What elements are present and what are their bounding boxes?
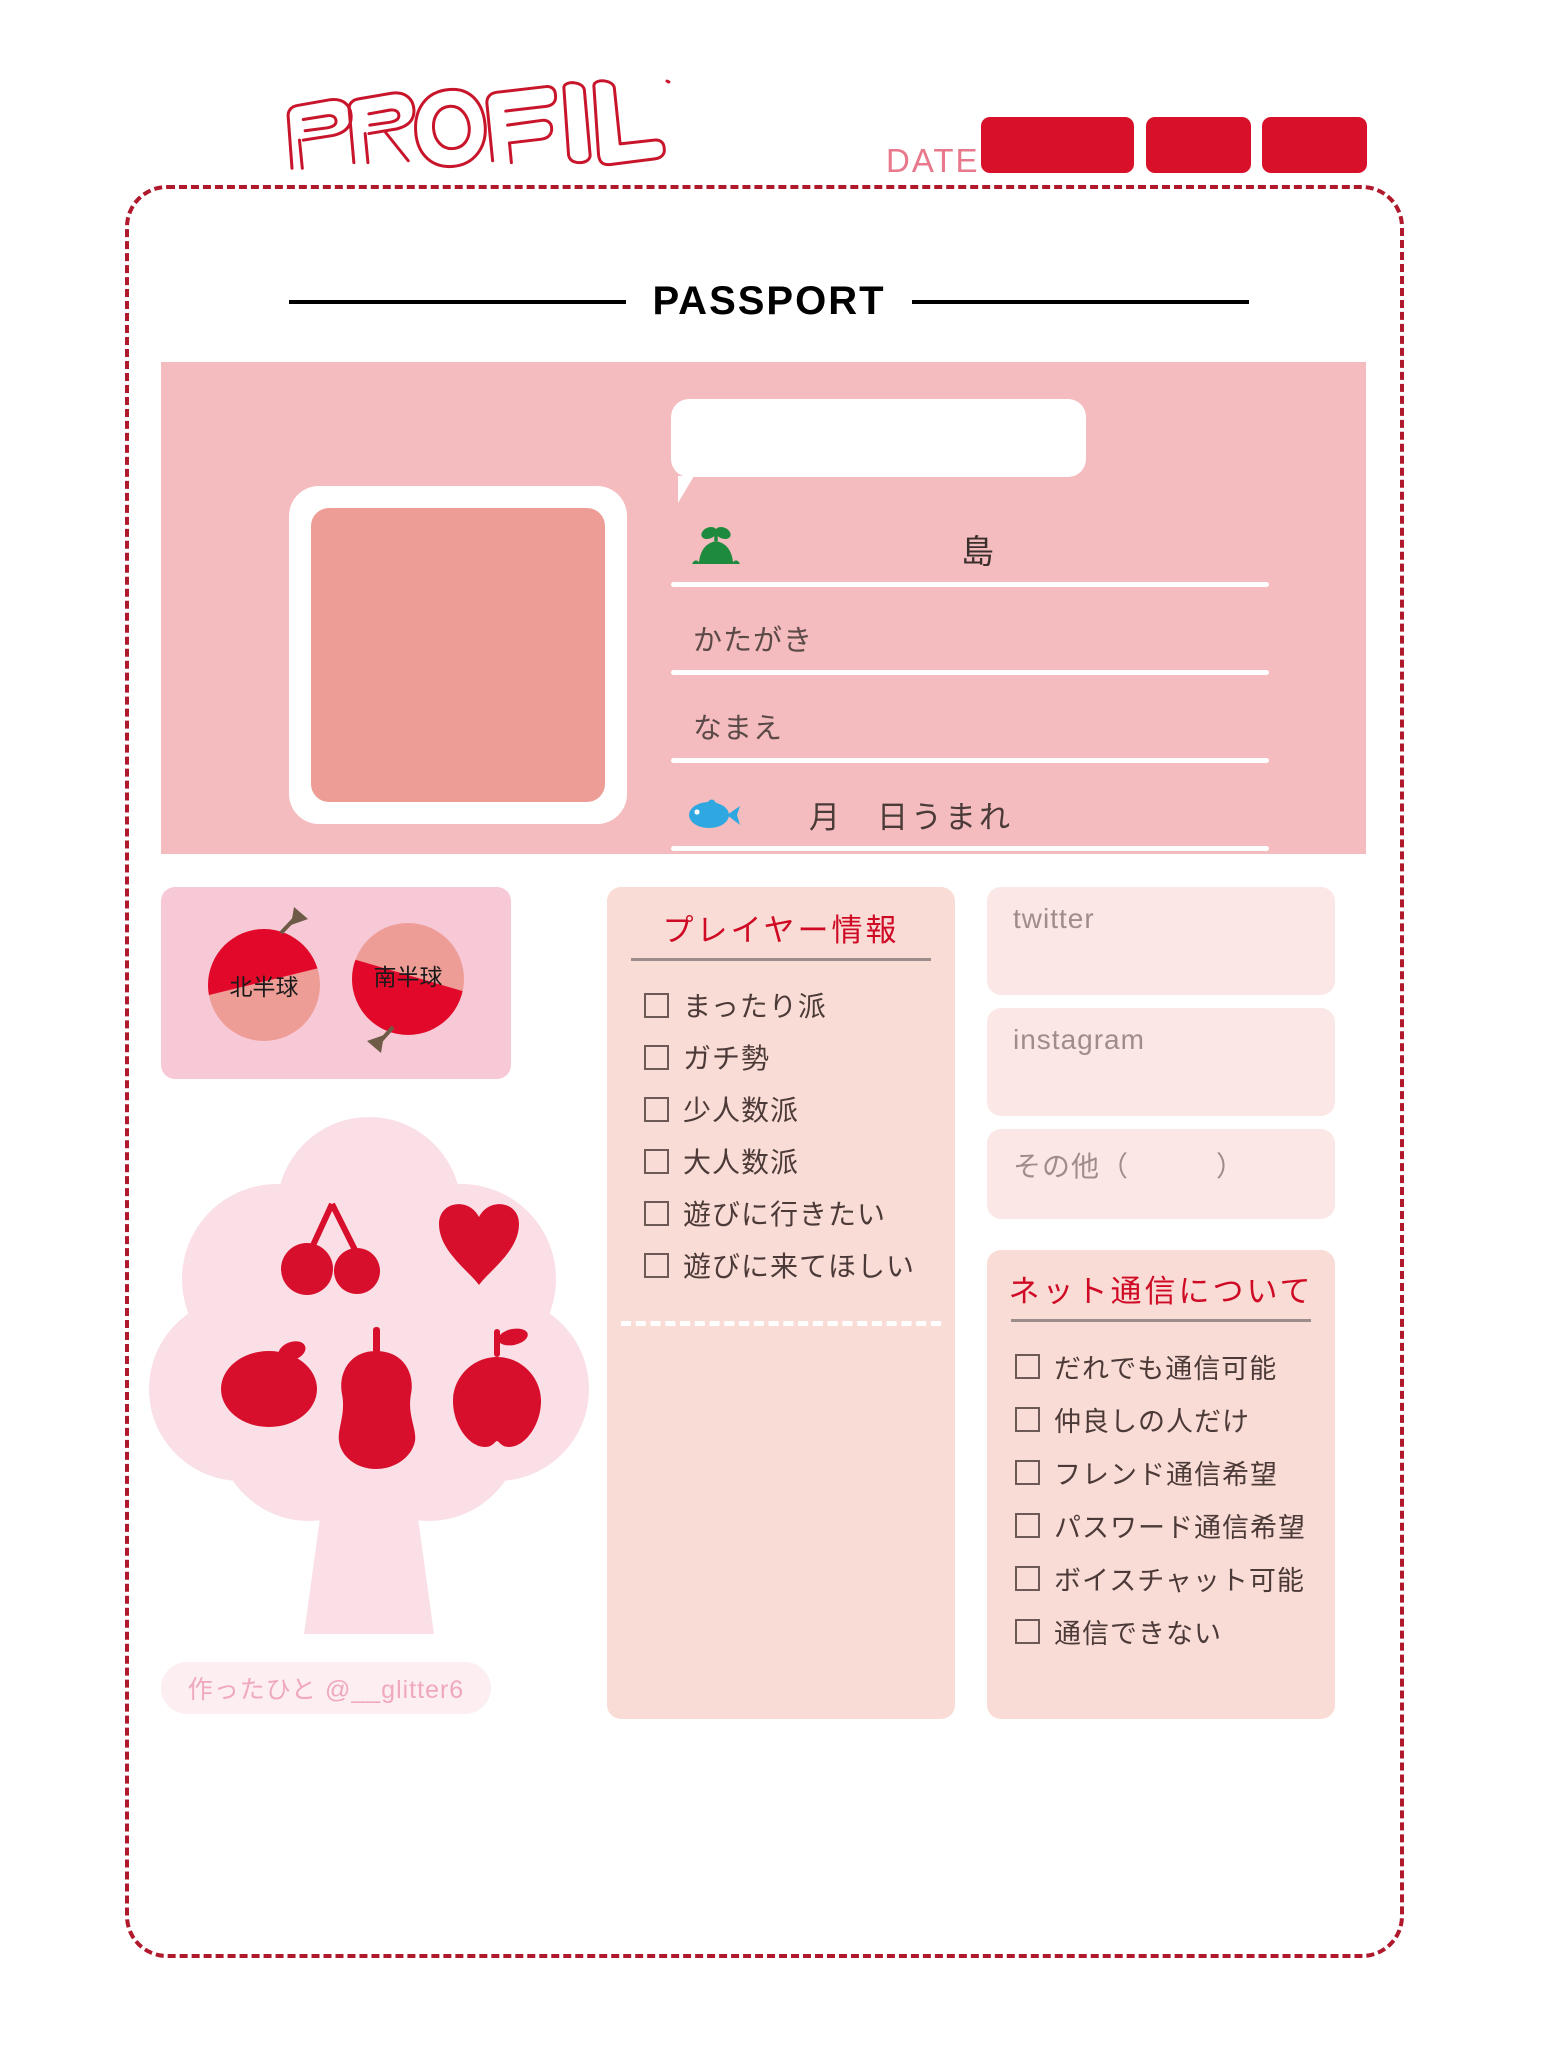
other-sns-field[interactable]: その他（ ） bbox=[987, 1129, 1335, 1219]
island-sprout-glyph bbox=[692, 526, 740, 564]
fruit-tree-illustration bbox=[149, 1089, 589, 1649]
other-sns-placeholder: その他（ ） bbox=[1013, 1151, 1246, 1182]
player-info-panel: プレイヤー情報 まったり派 ガチ勢 少人数派 大人数派 遊びに行きたい 遊びに来… bbox=[607, 887, 955, 1719]
player-info-item[interactable]: 少人数派 bbox=[644, 1083, 955, 1135]
player-info-item-label: ガチ勢 bbox=[683, 1043, 771, 1074]
date-box-year[interactable] bbox=[981, 117, 1134, 173]
fish-icon bbox=[685, 796, 741, 835]
checkbox-icon[interactable] bbox=[1015, 1407, 1040, 1432]
net-panel-item[interactable]: 仲良しの人だけ bbox=[1015, 1393, 1335, 1446]
net-panel-title-rule bbox=[1011, 1319, 1311, 1322]
net-panel-item-label: ボイスチャット可能 bbox=[1054, 1566, 1305, 1596]
player-info-title-rule bbox=[631, 958, 931, 961]
player-panel-divider bbox=[620, 1321, 942, 1326]
passport-rule-right bbox=[911, 299, 1250, 304]
birthday-field-rule bbox=[671, 846, 1269, 851]
net-panel-item[interactable]: パスワード通信希望 bbox=[1015, 1499, 1335, 1552]
south-hemisphere-label: 南半球 bbox=[374, 965, 443, 991]
passport-title: PASSPORT bbox=[652, 279, 886, 323]
north-hemisphere-label: 北半球 bbox=[230, 975, 299, 1001]
dashed-content-frame: PASSPORT 島 かたがき なまえ 月 日うまれ 北半球 南半球 作ったひと… bbox=[125, 185, 1404, 1958]
checkbox-icon[interactable] bbox=[644, 1148, 669, 1174]
checkbox-icon[interactable] bbox=[1015, 1460, 1040, 1485]
credit-badge[interactable]: 作ったひと @__glitter6 bbox=[161, 1662, 491, 1714]
net-panel-item-label: 仲良しの人だけ bbox=[1054, 1407, 1250, 1437]
profile-title-logo bbox=[262, 79, 682, 172]
player-info-item-label: 遊びに行きたい bbox=[683, 1199, 887, 1230]
net-panel-item-label: だれでも通信可能 bbox=[1054, 1354, 1278, 1384]
photo-placeholder[interactable] bbox=[311, 508, 605, 802]
net-panel-item[interactable]: だれでも通信可能 bbox=[1015, 1340, 1335, 1393]
namae-label: なまえ bbox=[693, 713, 784, 745]
checkbox-icon[interactable] bbox=[1015, 1354, 1040, 1379]
net-panel-checklist: だれでも通信可能 仲良しの人だけ フレンド通信希望 パスワード通信希望 ボイスチ… bbox=[987, 1340, 1335, 1658]
speech-bubble[interactable] bbox=[671, 399, 1086, 503]
player-info-title: プレイヤー情報 bbox=[662, 913, 900, 948]
net-communication-panel: ネット通信について だれでも通信可能 仲良しの人だけ フレンド通信希望 パスワー… bbox=[987, 1250, 1335, 1719]
player-info-item-label: 少人数派 bbox=[683, 1095, 800, 1126]
hemisphere-graphic: 北半球 南半球 bbox=[208, 907, 464, 1053]
profile-bubble-letters bbox=[286, 79, 671, 170]
date-box-month[interactable] bbox=[1146, 117, 1251, 173]
fruit-tree-graphic bbox=[149, 1117, 589, 1634]
player-info-item[interactable]: ガチ勢 bbox=[644, 1031, 955, 1083]
island-sprout-icon bbox=[689, 526, 743, 575]
player-info-item[interactable]: 遊びに来てほしい bbox=[644, 1239, 955, 1291]
net-panel-item-label: パスワード通信希望 bbox=[1054, 1513, 1306, 1543]
id-fields: 島 かたがき なまえ 月 日うまれ bbox=[671, 499, 1269, 851]
instagram-placeholder: instagram bbox=[1013, 1024, 1145, 1055]
checkbox-icon[interactable] bbox=[644, 1200, 669, 1226]
net-panel-title: ネット通信について bbox=[1008, 1274, 1314, 1309]
date-label: DATE bbox=[886, 142, 980, 179]
player-info-item[interactable]: まったり派 bbox=[644, 979, 955, 1031]
checkbox-icon[interactable] bbox=[1015, 1619, 1040, 1644]
checkbox-icon[interactable] bbox=[644, 1252, 669, 1278]
date-box-day[interactable] bbox=[1262, 117, 1367, 173]
net-panel-item[interactable]: フレンド通信希望 bbox=[1015, 1446, 1335, 1499]
net-panel-item[interactable]: 通信できない bbox=[1015, 1605, 1335, 1658]
player-info-item-label: 遊びに来てほしい bbox=[683, 1251, 916, 1282]
birthday-field-row[interactable]: 月 日うまれ bbox=[671, 763, 1269, 851]
player-info-checklist: まったり派 ガチ勢 少人数派 大人数派 遊びに行きたい 遊びに来てほしい bbox=[607, 979, 955, 1291]
island-name-suffix: 島 bbox=[961, 533, 994, 570]
twitter-field[interactable]: twitter bbox=[987, 887, 1335, 995]
net-panel-item[interactable]: ボイスチャット可能 bbox=[1015, 1552, 1335, 1605]
island-field-row[interactable]: 島 bbox=[671, 499, 1269, 587]
birthday-text: 月 日うまれ bbox=[809, 800, 1013, 835]
player-info-item[interactable]: 大人数派 bbox=[644, 1135, 955, 1187]
checkbox-icon[interactable] bbox=[644, 992, 669, 1018]
twitter-placeholder: twitter bbox=[1013, 903, 1095, 934]
instagram-field[interactable]: instagram bbox=[987, 1008, 1335, 1116]
net-panel-item-label: 通信できない bbox=[1054, 1619, 1222, 1649]
page-header: DATE bbox=[0, 0, 1563, 185]
player-info-item[interactable]: 遊びに行きたい bbox=[644, 1187, 955, 1239]
passport-rule-left bbox=[289, 299, 627, 304]
id-card: 島 かたがき なまえ 月 日うまれ bbox=[161, 362, 1366, 854]
player-info-item-label: まったり派 bbox=[683, 991, 827, 1022]
net-panel-item-label: フレンド通信希望 bbox=[1054, 1460, 1278, 1490]
checkbox-icon[interactable] bbox=[644, 1096, 669, 1122]
player-info-item-label: 大人数派 bbox=[683, 1147, 800, 1178]
katagaki-field-row[interactable]: かたがき bbox=[671, 587, 1269, 675]
profile-sheet: DATE PASSPORT 島 かたがき なまえ 月 日うまれ 北半球 南半球 … bbox=[0, 0, 1563, 2048]
hemisphere-card[interactable]: 北半球 南半球 bbox=[161, 887, 511, 1079]
checkbox-icon[interactable] bbox=[1015, 1513, 1040, 1538]
checkbox-icon[interactable] bbox=[644, 1044, 669, 1070]
katagaki-label: かたがき bbox=[693, 625, 814, 657]
passport-heading: PASSPORT bbox=[289, 279, 1250, 324]
namae-field-row[interactable]: なまえ bbox=[671, 675, 1269, 763]
photo-frame[interactable] bbox=[289, 486, 627, 824]
checkbox-icon[interactable] bbox=[1015, 1566, 1040, 1591]
fish-glyph bbox=[689, 799, 740, 828]
